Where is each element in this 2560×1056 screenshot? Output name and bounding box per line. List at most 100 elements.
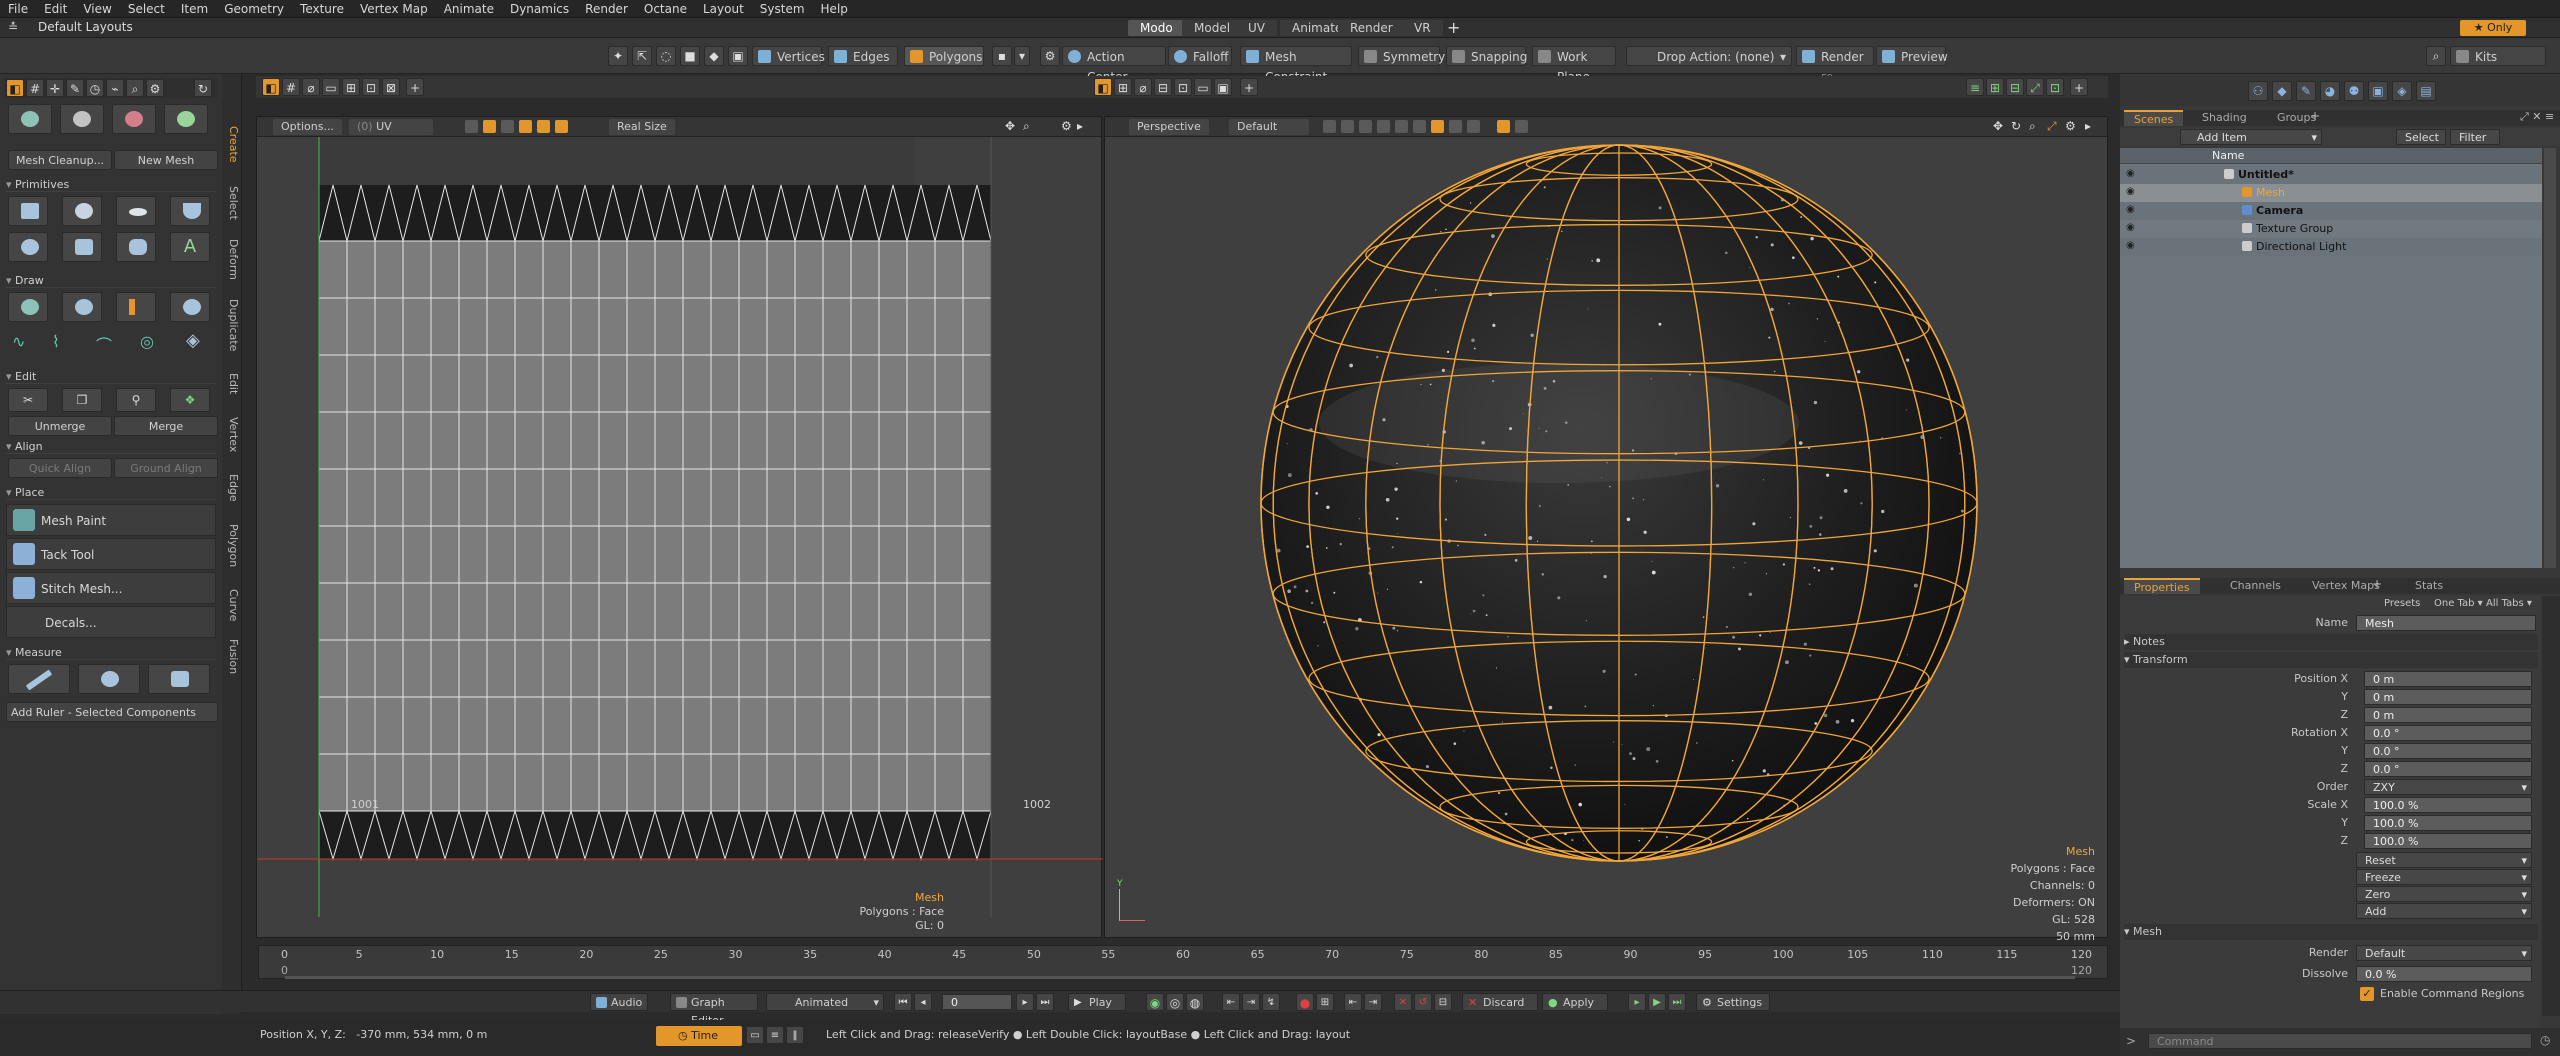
menu-item-layout[interactable]: Layout [695, 0, 752, 18]
perspective-viewport[interactable]: Perspective Default ✥ ↻ ⌕ ⤢ ⚙ ▸ Y Mesh P… [1104, 116, 2108, 943]
add-ruler-button[interactable]: Add Ruler - Selected Components [6, 702, 218, 722]
palette-refresh-icon[interactable]: ↻ [194, 79, 212, 97]
action-center-gear-icon[interactable]: ⚙ [1040, 46, 1060, 66]
soft-drag-icon[interactable] [112, 104, 156, 134]
uv-add-icon[interactable]: + [406, 78, 424, 96]
text-primitive-icon[interactable]: A [170, 232, 210, 262]
stitch-mesh-button[interactable]: Stitch Mesh... [6, 572, 216, 604]
play-forward-icon[interactable]: ▸ [1628, 993, 1646, 1011]
shelf-channels-icon[interactable]: ◕ [2320, 81, 2340, 101]
order-select[interactable]: ZXY ▾ [2364, 779, 2532, 795]
add-layout-tab[interactable]: + [1447, 18, 1460, 37]
menu-item-geometry[interactable]: Geometry [216, 0, 292, 18]
rotation-z-input[interactable]: 0.0 ° [2364, 761, 2532, 777]
key-auto-icon[interactable]: ◉ [1146, 993, 1164, 1011]
property-tabs-add[interactable]: + [2372, 577, 2382, 591]
render-select[interactable]: Default ▾ [2356, 945, 2532, 961]
status-layout-1-icon[interactable]: ▭ [746, 1026, 764, 1044]
render-view-icon[interactable] [1515, 120, 1528, 133]
play-loop-icon[interactable]: ▶ [1648, 993, 1666, 1011]
property-tab-channels[interactable]: Channels [2220, 578, 2291, 594]
real-size-toggle[interactable]: Real Size [609, 119, 675, 135]
visibility-eye-icon[interactable]: ◉ [2126, 240, 2135, 251]
shelf-items-icon[interactable]: ◆ [2272, 81, 2292, 101]
edges-button[interactable]: Edges [828, 46, 898, 66]
mesh-paint-button[interactable]: Mesh Paint [6, 504, 216, 536]
record-icon[interactable]: ● [1296, 993, 1314, 1011]
view-layout-2-icon[interactable]: ⊞ [1114, 78, 1132, 96]
command-input[interactable]: Command [2148, 1033, 2532, 1049]
rotation-y-input[interactable]: 0.0 ° [2364, 743, 2532, 759]
torus-primitive-icon[interactable] [8, 232, 48, 262]
rail-tab-edit[interactable]: Edit [224, 364, 240, 404]
cut-icon[interactable]: ✂ [8, 388, 48, 412]
measure-header[interactable]: Measure [6, 646, 216, 660]
uv-wire-icon[interactable] [537, 120, 550, 133]
layout-tab-render[interactable]: Render [1338, 20, 1405, 36]
cylinder-primitive-icon[interactable] [62, 232, 102, 262]
settings-button[interactable]: ⚙ Settings [1696, 993, 1770, 1011]
uv-image-icon[interactable] [519, 120, 532, 133]
draw-header[interactable]: Draw [6, 274, 216, 288]
rail-tab-curve[interactable]: Curve [224, 582, 240, 628]
falloff-button[interactable]: Falloff [1168, 46, 1232, 66]
key-set-icon[interactable]: ◎ [1166, 993, 1184, 1011]
curve-tool-icon[interactable] [116, 292, 156, 322]
layer-more-icon[interactable]: ⊡ [2046, 78, 2064, 96]
vertices-button[interactable]: Vertices [752, 46, 825, 66]
apply-button[interactable]: ● Apply [1542, 993, 1608, 1011]
add-item-select[interactable]: Add Item ▾ [2180, 129, 2322, 145]
view-add-icon[interactable]: + [1240, 78, 1258, 96]
paste-icon[interactable]: ⚲ [116, 388, 156, 412]
palette-settings-icon[interactable]: ⚙ [146, 79, 164, 97]
timeline-range-bar[interactable] [285, 976, 2075, 979]
next-key-icon[interactable]: ⇥ [1242, 993, 1260, 1011]
panel-menu-icon[interactable]: ⤢ ✕ ≡ [2520, 110, 2554, 124]
uv-snap-icon[interactable] [483, 120, 496, 133]
capsule-primitive-icon[interactable] [116, 232, 156, 262]
step-back-icon[interactable]: ◂ [914, 993, 932, 1011]
grid-icon[interactable] [1449, 120, 1462, 133]
layer-grid-icon[interactable]: ⊞ [1986, 78, 2004, 96]
rotation-x-input[interactable]: 0.0 ° [2364, 725, 2532, 741]
pen-tool-icon[interactable] [8, 292, 48, 322]
primitives-header[interactable]: Primitives [6, 178, 216, 192]
scale-z-input[interactable]: 100.0 % [2364, 833, 2532, 849]
menu-item-edit[interactable]: Edit [36, 0, 75, 18]
place-header[interactable]: Place [6, 486, 216, 500]
current-frame-input[interactable]: 0 [942, 994, 1012, 1010]
status-layout-3-icon[interactable]: ‖ [786, 1026, 804, 1044]
command-history-icon[interactable]: ◷ [2540, 1033, 2550, 1047]
palette-mode-icon[interactable]: ◧ [6, 79, 24, 97]
viewport-fit-icon[interactable]: ⤢ [2047, 119, 2057, 134]
cube-primitive-icon[interactable] [8, 196, 48, 226]
layer-list-icon[interactable]: ≡ [1966, 78, 1984, 96]
mesh-cleanup-button[interactable]: Mesh Cleanup... [8, 150, 112, 170]
presets-button[interactable]: Presets [2384, 598, 2420, 609]
only-toggle[interactable]: ★ Only [2460, 20, 2526, 36]
layout-tab-vr[interactable]: VR [1402, 20, 1443, 36]
view-layout-5-icon[interactable]: ⊡ [1174, 78, 1192, 96]
uv-zoom-icon[interactable]: ⌕ [1023, 119, 1030, 134]
element-dropdown-icon[interactable]: ▾ [1014, 46, 1030, 66]
viewport-rotate-icon[interactable]: ↻ [2011, 119, 2021, 133]
key-filter-icon[interactable]: ⊞ [1316, 993, 1334, 1011]
play-button[interactable]: ▶ Play [1068, 993, 1126, 1011]
spline-curve-icon[interactable]: ∿ [12, 332, 25, 351]
element-mode-icon[interactable]: ▪ [992, 46, 1012, 66]
layout-tab-model[interactable]: Model [1182, 20, 1243, 36]
element-move-icon[interactable] [60, 104, 104, 134]
zero-select[interactable]: Zero ▾ [2356, 886, 2532, 902]
menu-item-texture[interactable]: Texture [292, 0, 352, 18]
disc-primitive-icon[interactable] [116, 196, 156, 226]
layout-menu-icon[interactable]: ≛ [8, 20, 18, 34]
polyline-curve-icon[interactable]: ⌇ [52, 332, 60, 351]
enable-command-checkbox[interactable]: ✓ [2360, 987, 2374, 1001]
scene-tabs-add[interactable]: + [2310, 109, 2320, 123]
layout-selector[interactable]: Default Layouts [38, 20, 133, 34]
advanced-icon[interactable] [1395, 120, 1408, 133]
transform-header[interactable]: ▾ Transform [2124, 652, 2538, 668]
select-through-icon[interactable]: ⇱ [632, 46, 652, 66]
key-cycle-icon[interactable]: ↺ [1414, 993, 1432, 1011]
add-select[interactable]: Add ▾ [2356, 903, 2532, 919]
